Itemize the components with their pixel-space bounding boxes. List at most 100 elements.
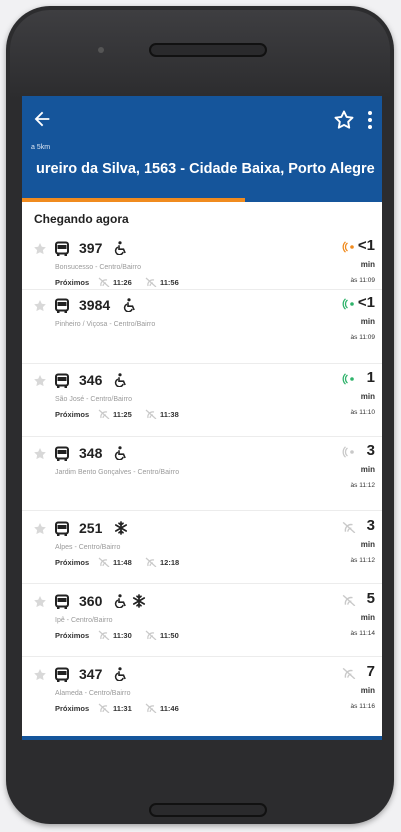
list-item[interactable]: 251 Alpes - Centro/Bairro Próximos 11:48 12:… xyxy=(22,513,382,570)
eta-value: 3 xyxy=(366,442,375,459)
no-signal-icon xyxy=(145,409,157,419)
signal-icon xyxy=(342,241,354,253)
next-departure: 12:18 xyxy=(145,557,179,567)
star-icon[interactable] xyxy=(33,595,47,609)
bottom-bar xyxy=(22,736,382,740)
eta-unit: min xyxy=(360,392,375,401)
next-departure: 11:26 xyxy=(98,277,132,287)
earpiece-speaker xyxy=(149,43,267,57)
row-divider xyxy=(22,656,382,657)
wheelchair-icon xyxy=(114,241,126,255)
wheelchair-icon xyxy=(114,594,126,608)
next-departure-time: 11:30 xyxy=(113,631,132,640)
no-signal-icon xyxy=(342,594,356,606)
eta-clock: às 11:16 xyxy=(350,703,375,710)
eta-clock: às 11:12 xyxy=(350,557,375,564)
star-outline-icon[interactable] xyxy=(332,108,356,132)
row-divider xyxy=(22,510,382,511)
eta-clock: às 11:09 xyxy=(350,334,375,341)
bottom-speaker xyxy=(149,803,267,817)
row-divider xyxy=(22,436,382,437)
next-departure: 11:50 xyxy=(145,630,179,640)
eta-value: 3 xyxy=(366,517,375,534)
bus-icon xyxy=(55,373,69,388)
wheelchair-icon xyxy=(114,667,126,681)
star-icon[interactable] xyxy=(33,374,47,388)
eta-unit: min xyxy=(360,686,375,695)
list-item[interactable]: 360 Ipê - Centro/Bairro Próximos 11:30 11:50… xyxy=(22,586,382,643)
route-name: Bonsucesso - Centro/Bairro xyxy=(55,264,141,271)
no-signal-icon xyxy=(98,277,110,287)
arrow-left-icon[interactable] xyxy=(31,108,53,130)
camera-icon xyxy=(98,47,104,53)
wheelchair-icon xyxy=(114,446,126,460)
bus-icon xyxy=(55,667,69,682)
line-number: 397 xyxy=(79,240,103,256)
next-departure-time: 11:46 xyxy=(160,704,179,713)
star-icon[interactable] xyxy=(33,447,47,461)
line-number: 360 xyxy=(79,593,103,609)
next-departure-time: 12:18 xyxy=(160,558,180,567)
next-label: Próximos xyxy=(55,410,90,419)
list-item[interactable]: 397 Bonsucesso - Centro/Bairro Próximos 11:… xyxy=(22,233,382,290)
no-signal-icon xyxy=(145,277,157,287)
bus-icon xyxy=(55,594,69,609)
eta-unit: min xyxy=(360,540,375,549)
no-signal-icon xyxy=(145,630,157,640)
next-departure-time: 11:38 xyxy=(160,410,179,419)
next-departure-time: 11:25 xyxy=(113,410,132,419)
no-signal-icon xyxy=(98,630,110,640)
eta-clock: às 11:10 xyxy=(350,409,375,416)
star-icon[interactable] xyxy=(33,242,47,256)
next-departure: 11:30 xyxy=(98,630,132,640)
star-icon[interactable] xyxy=(33,668,47,682)
next-label: Próximos xyxy=(55,704,90,713)
star-icon[interactable] xyxy=(33,522,47,536)
line-number: 348 xyxy=(79,445,103,461)
bus-icon xyxy=(55,521,69,536)
no-signal-icon xyxy=(342,521,356,533)
eta-value: 5 xyxy=(366,590,375,607)
eta-value: <1 xyxy=(357,294,375,311)
next-departure: 11:48 xyxy=(98,557,132,567)
eta-clock: às 11:09 xyxy=(350,277,375,284)
route-name: Alameda - Centro/Bairro xyxy=(55,690,131,697)
wheelchair-icon xyxy=(114,373,126,387)
next-departure: 11:25 xyxy=(98,409,132,419)
next-departure-time: 11:48 xyxy=(113,558,132,567)
snowflake-icon xyxy=(132,594,146,608)
route-name: Ipê - Centro/Bairro xyxy=(55,617,113,624)
list-item[interactable]: 3984 Pinheiro / Viçosa - Centro/Bairro <1 m… xyxy=(22,290,382,347)
signal-icon xyxy=(342,446,354,458)
no-signal-icon xyxy=(145,703,157,713)
distance-label: a 5km xyxy=(31,144,51,151)
row-divider xyxy=(22,363,382,364)
bus-icon xyxy=(55,446,69,461)
star-icon[interactable] xyxy=(33,299,47,313)
next-departure-time: 11:31 xyxy=(113,704,132,713)
section-title: Chegando agora xyxy=(34,212,129,226)
no-signal-icon xyxy=(145,557,157,567)
no-signal-icon xyxy=(98,409,110,419)
stop-address: ureiro da Silva, 1563 - Cidade Baixa, Po… xyxy=(36,161,375,177)
eta-value: 7 xyxy=(366,663,375,680)
eta-value: <1 xyxy=(357,237,375,254)
next-label: Próximos xyxy=(55,558,90,567)
next-label: Próximos xyxy=(55,278,90,287)
next-label: Próximos xyxy=(55,631,90,640)
more-vert-icon[interactable] xyxy=(366,110,374,130)
list-item[interactable]: 346 São José - Centro/Bairro Próximos 11:25… xyxy=(22,365,382,422)
line-number: 347 xyxy=(79,666,103,682)
no-signal-icon xyxy=(98,557,110,567)
no-signal-icon xyxy=(342,667,356,679)
next-departure-time: 11:50 xyxy=(160,631,179,640)
eta-unit: min xyxy=(360,260,375,269)
line-number: 3984 xyxy=(79,297,111,313)
list-item[interactable]: 348 Jardim Bento Gonçalves - Centro/Bairr… xyxy=(22,438,382,495)
line-number: 251 xyxy=(79,520,103,536)
row-divider xyxy=(22,583,382,584)
eta-clock: às 11:12 xyxy=(350,482,375,489)
list-item[interactable]: 347 Alameda - Centro/Bairro Próximos 11:31 1… xyxy=(22,659,382,716)
wheelchair-icon xyxy=(123,298,135,312)
next-departure: 11:38 xyxy=(145,409,179,419)
